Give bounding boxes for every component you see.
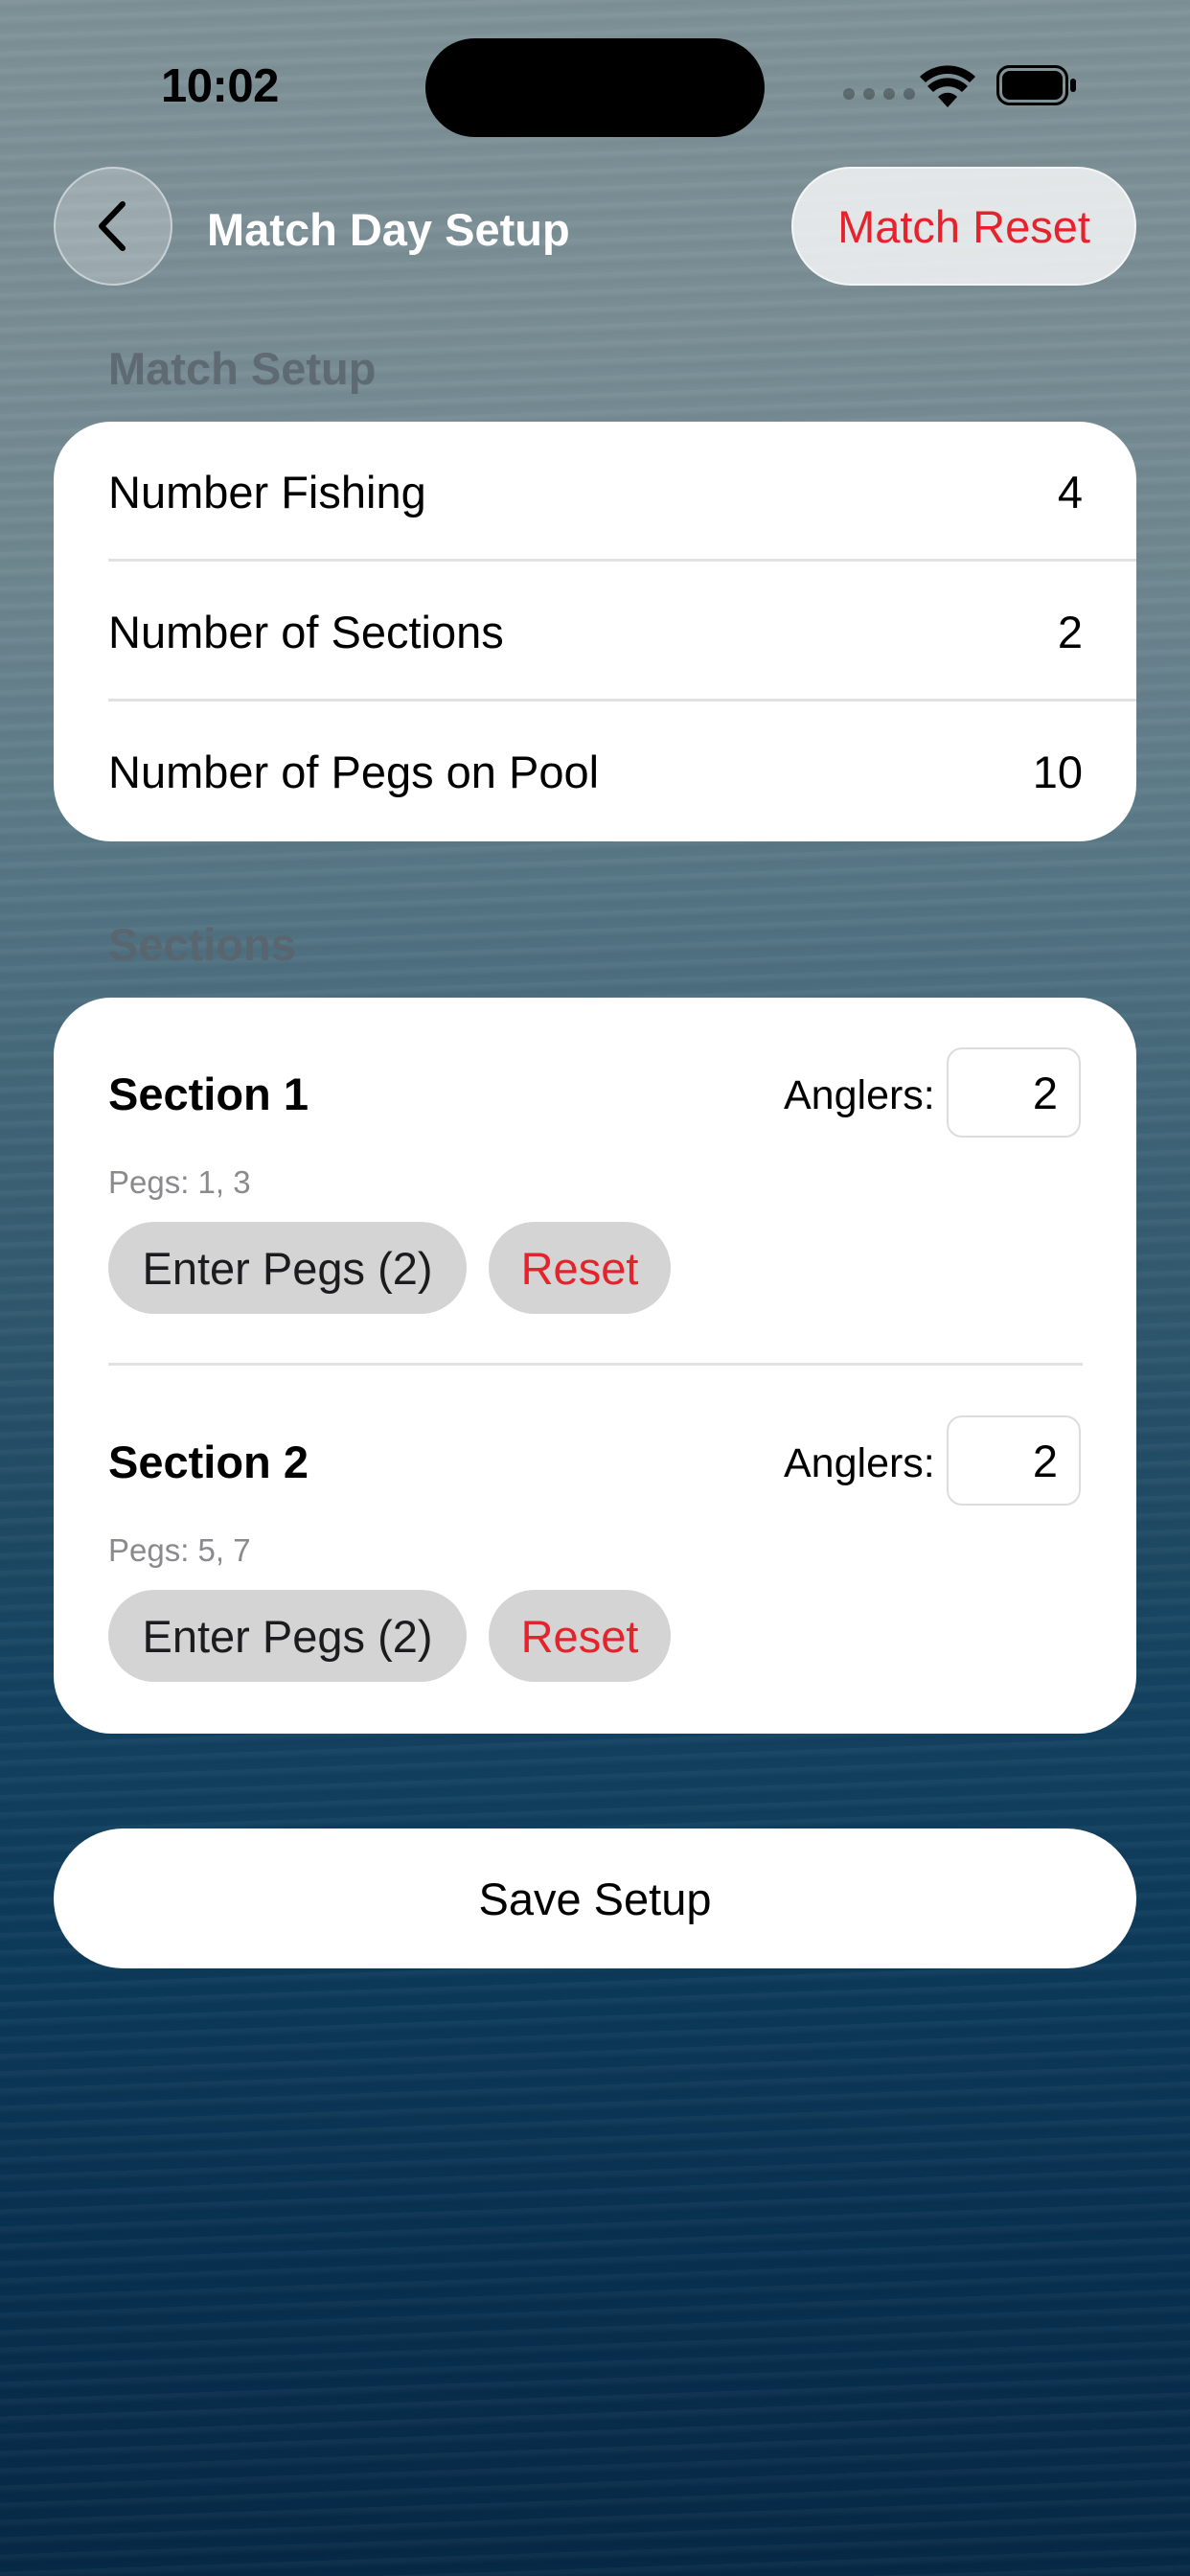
sections-header: Sections (108, 919, 296, 970)
section-2-title: Section 2 (108, 1437, 309, 1487)
section-2-reset-button[interactable]: Reset (489, 1590, 671, 1682)
battery-icon (996, 65, 1076, 105)
match-setup-header: Match Setup (108, 343, 377, 394)
section-1-title: Section 1 (108, 1069, 309, 1119)
divider (108, 559, 1136, 562)
divider (108, 699, 1136, 702)
wifi-icon (920, 65, 975, 107)
dynamic-island (425, 38, 765, 137)
row-sections-value[interactable]: 2 (1058, 606, 1083, 658)
back-button[interactable] (54, 167, 172, 286)
cellular-signal-icon (843, 88, 915, 100)
sections-card: Section 1 Anglers: 2 Pegs: 1, 3 Enter Pe… (54, 998, 1136, 1734)
section-1-pegs: Pegs: 1, 3 (108, 1164, 251, 1200)
section-2-enter-pegs-button[interactable]: Enter Pegs (2) (108, 1590, 467, 1682)
row-sections-label: Number of Sections (108, 607, 504, 657)
row-pegs-value[interactable]: 10 (1033, 746, 1083, 798)
match-setup-card: Number Fishing 4 Number of Sections 2 Nu… (54, 422, 1136, 841)
section-1-anglers-label: Anglers: (784, 1072, 935, 1118)
match-reset-button[interactable]: Match Reset (791, 167, 1136, 286)
section-2-pegs: Pegs: 5, 7 (108, 1532, 251, 1568)
divider (108, 1363, 1083, 1366)
section-2-anglers-label: Anglers: (784, 1440, 935, 1486)
row-pegs-label: Number of Pegs on Pool (108, 747, 600, 797)
section-2-anglers-input[interactable]: 2 (947, 1415, 1081, 1506)
section-1-reset-button[interactable]: Reset (489, 1222, 671, 1314)
section-1-anglers-input[interactable]: 2 (947, 1047, 1081, 1138)
row-number-fishing-value[interactable]: 4 (1058, 466, 1083, 518)
chevron-left-icon (99, 201, 126, 251)
section-1-enter-pegs-button[interactable]: Enter Pegs (2) (108, 1222, 467, 1314)
status-time: 10:02 (161, 60, 279, 112)
save-setup-button[interactable]: Save Setup (54, 1828, 1136, 1968)
page-title: Match Day Setup (207, 204, 570, 255)
row-number-fishing-label: Number Fishing (108, 467, 426, 518)
